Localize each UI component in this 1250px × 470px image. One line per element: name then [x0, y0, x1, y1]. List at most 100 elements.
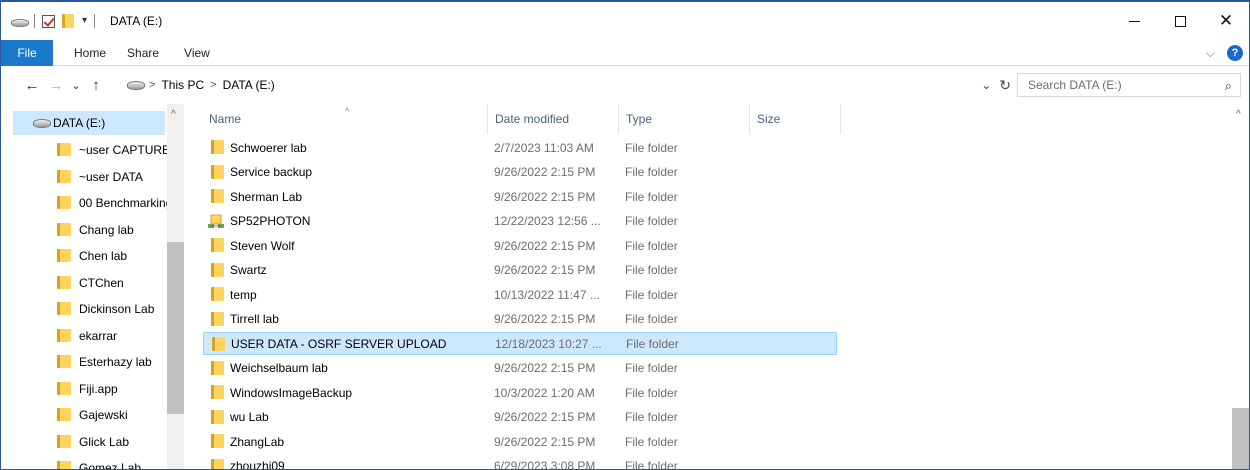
file-row[interactable]: Tirrell lab 9/26/2022 2:15 PM File folder [203, 308, 837, 331]
nav-item-data-drive[interactable]: DATA (E:) [13, 111, 165, 135]
file-row[interactable]: SP52PHOTON 12/22/2023 12:56 ... File folde… [203, 210, 837, 233]
tab-file[interactable]: File [1, 39, 53, 66]
breadcrumb-data-drive[interactable]: DATA (E:) [223, 78, 275, 92]
file-row[interactable]: wu Lab 9/26/2022 2:15 PM File folder [203, 406, 837, 429]
folder-icon [211, 458, 224, 469]
column-header-label: Type [626, 112, 653, 126]
breadcrumb-chevron-icon[interactable]: > [210, 79, 216, 91]
file-name: wu Lab [230, 410, 269, 424]
breadcrumb-chevron-icon[interactable]: > [149, 79, 155, 91]
file-name: temp [230, 287, 257, 302]
file-row[interactable]: zhouzhj09 6/29/2023 3:08 PM File folder [203, 455, 837, 470]
file-row[interactable]: Sherman Lab 9/26/2022 2:15 PM File folder [203, 185, 837, 208]
column-header-type[interactable]: Type [620, 104, 750, 134]
scroll-up-arrow-icon[interactable]: ^ [1236, 109, 1241, 120]
column-header-name[interactable]: Name ^ [203, 104, 488, 134]
file-row[interactable]: Swartz 9/26/2022 2:15 PM File folder [203, 259, 837, 282]
folder-icon [57, 196, 71, 209]
file-date-modified: 9/26/2022 2:15 PM [494, 263, 596, 277]
file-type: File folder [625, 263, 678, 277]
file-name: Steven Wolf [230, 238, 295, 253]
nav-folder-item[interactable]: ~user CAPTURE [1, 137, 169, 163]
file-row[interactable]: Weichselbaum lab 9/26/2022 2:15 PM File fo… [203, 357, 837, 380]
nav-folder-item[interactable]: Glick Lab [1, 429, 169, 455]
drive-icon [33, 119, 51, 128]
address-bar[interactable]: > This PC > DATA (E:) ⌄ ↻ [127, 73, 1011, 97]
folder-icon [212, 337, 225, 351]
nav-item-label: ekarrar [79, 328, 118, 343]
file-name: ZhangLab [230, 434, 285, 449]
ribbon-right-controls: ⌵ ? [1206, 40, 1243, 66]
nav-folder-item[interactable]: Dickinson Lab [1, 296, 169, 322]
address-history-chevron-icon[interactable]: ⌄ [981, 78, 991, 92]
file-date-modified: 9/26/2022 2:15 PM [494, 361, 596, 375]
column-header-date[interactable]: Date modified [489, 104, 619, 134]
nav-folder-item[interactable]: CTChen [1, 270, 169, 296]
file-date-modified: 6/29/2023 3:08 PM [494, 459, 596, 470]
nav-folder-item[interactable]: Fiji.app [1, 376, 169, 402]
nav-folder-item[interactable]: Gomez Lab [1, 455, 169, 470]
maximize-button[interactable] [1157, 2, 1203, 40]
nav-folder-item[interactable]: 00 Benchmarking [1, 190, 169, 216]
recent-locations-chevron-icon[interactable]: ⌄ [67, 79, 85, 92]
file-type: File folder [625, 434, 678, 449]
column-headers: Name ^ Date modified Type Size [185, 104, 1249, 134]
file-list-scrollbar[interactable]: ^ [1232, 104, 1249, 469]
nav-item-label: DATA (E:) [53, 116, 106, 130]
file-row[interactable]: Schwoerer lab 2/7/2023 11:03 AM File folde… [203, 136, 837, 159]
scrollbar-thumb[interactable] [167, 242, 184, 414]
expand-ribbon-chevron-icon[interactable]: ⌵ [1206, 46, 1215, 61]
ribbon-tabs: File Home Share View ⌵ ? [1, 39, 1249, 66]
nav-folder-item[interactable]: Chang lab [1, 217, 169, 243]
close-button[interactable]: ✕ [1203, 2, 1249, 40]
nav-item-label: CTChen [79, 275, 124, 290]
breadcrumb-this-pc[interactable]: This PC [161, 78, 204, 92]
nav-folder-item[interactable]: Esterhazy lab [1, 349, 169, 375]
close-icon: ✕ [1218, 11, 1234, 30]
nav-item-label: Chen lab [79, 249, 128, 263]
nav-item-label: Glick Lab [79, 434, 130, 449]
folder-icon [57, 355, 71, 368]
file-row[interactable]: Service backup 9/26/2022 2:15 PM File fold… [203, 161, 837, 184]
nav-folder-item[interactable]: ekarrar [1, 323, 169, 349]
new-folder-icon[interactable] [62, 14, 74, 28]
minimize-button[interactable] [1111, 2, 1157, 40]
file-name: SP52PHOTON [230, 214, 311, 228]
tab-view[interactable]: View [172, 46, 223, 60]
maximize-icon [1174, 15, 1186, 27]
customize-toolbar-dropdown-icon[interactable]: ▾ [82, 16, 87, 26]
file-name: Swartz [230, 263, 267, 277]
search-icon[interactable]: ⌕ [1225, 78, 1232, 94]
forward-button[interactable]: → [45, 77, 67, 94]
column-header-label: Size [757, 112, 781, 126]
up-button[interactable]: ↑ [85, 77, 107, 94]
file-row[interactable]: ZhangLab 9/26/2022 2:15 PM File folder [203, 430, 837, 453]
file-date-modified: 2/7/2023 11:03 AM [494, 140, 594, 155]
file-name: Weichselbaum lab [230, 361, 328, 375]
file-date-modified: 9/26/2022 2:15 PM [494, 238, 596, 253]
search-box[interactable]: ⌕ [1017, 73, 1241, 97]
tab-share[interactable]: Share [119, 46, 172, 60]
folder-icon [211, 262, 224, 277]
file-row[interactable]: USER DATA - OSRF SERVER UPLOAD 12/18/2023… [203, 332, 837, 355]
tab-home[interactable]: Home [53, 46, 119, 60]
nav-item-label: Gomez Lab [79, 461, 142, 470]
column-header-size[interactable]: Size [751, 104, 841, 134]
properties-check-icon[interactable] [42, 14, 55, 28]
nav-pane-scrollbar[interactable]: ^ [167, 104, 184, 469]
refresh-icon[interactable]: ↻ [999, 77, 1011, 94]
scrollbar-thumb[interactable] [1232, 408, 1249, 469]
scroll-up-arrow-icon[interactable]: ^ [171, 109, 176, 120]
nav-folder-item[interactable]: Gajewski [1, 402, 169, 428]
file-type: File folder [625, 385, 678, 400]
search-input[interactable] [1028, 78, 1208, 92]
file-row[interactable]: Steven Wolf 9/26/2022 2:15 PM File folder [203, 234, 837, 257]
file-row[interactable]: WindowsImageBackup 10/3/2022 1:20 AM File … [203, 381, 837, 404]
nav-folder-item[interactable]: Chen lab [1, 243, 169, 269]
help-icon[interactable]: ? [1227, 45, 1243, 61]
nav-item-label: ~user CAPTURE [79, 143, 169, 157]
file-row[interactable]: temp 10/13/2022 11:47 ... File folder [203, 283, 837, 306]
back-button[interactable]: ← [21, 77, 43, 94]
nav-folder-item[interactable]: ~user DATA [1, 164, 169, 190]
drive-icon[interactable] [11, 17, 29, 27]
